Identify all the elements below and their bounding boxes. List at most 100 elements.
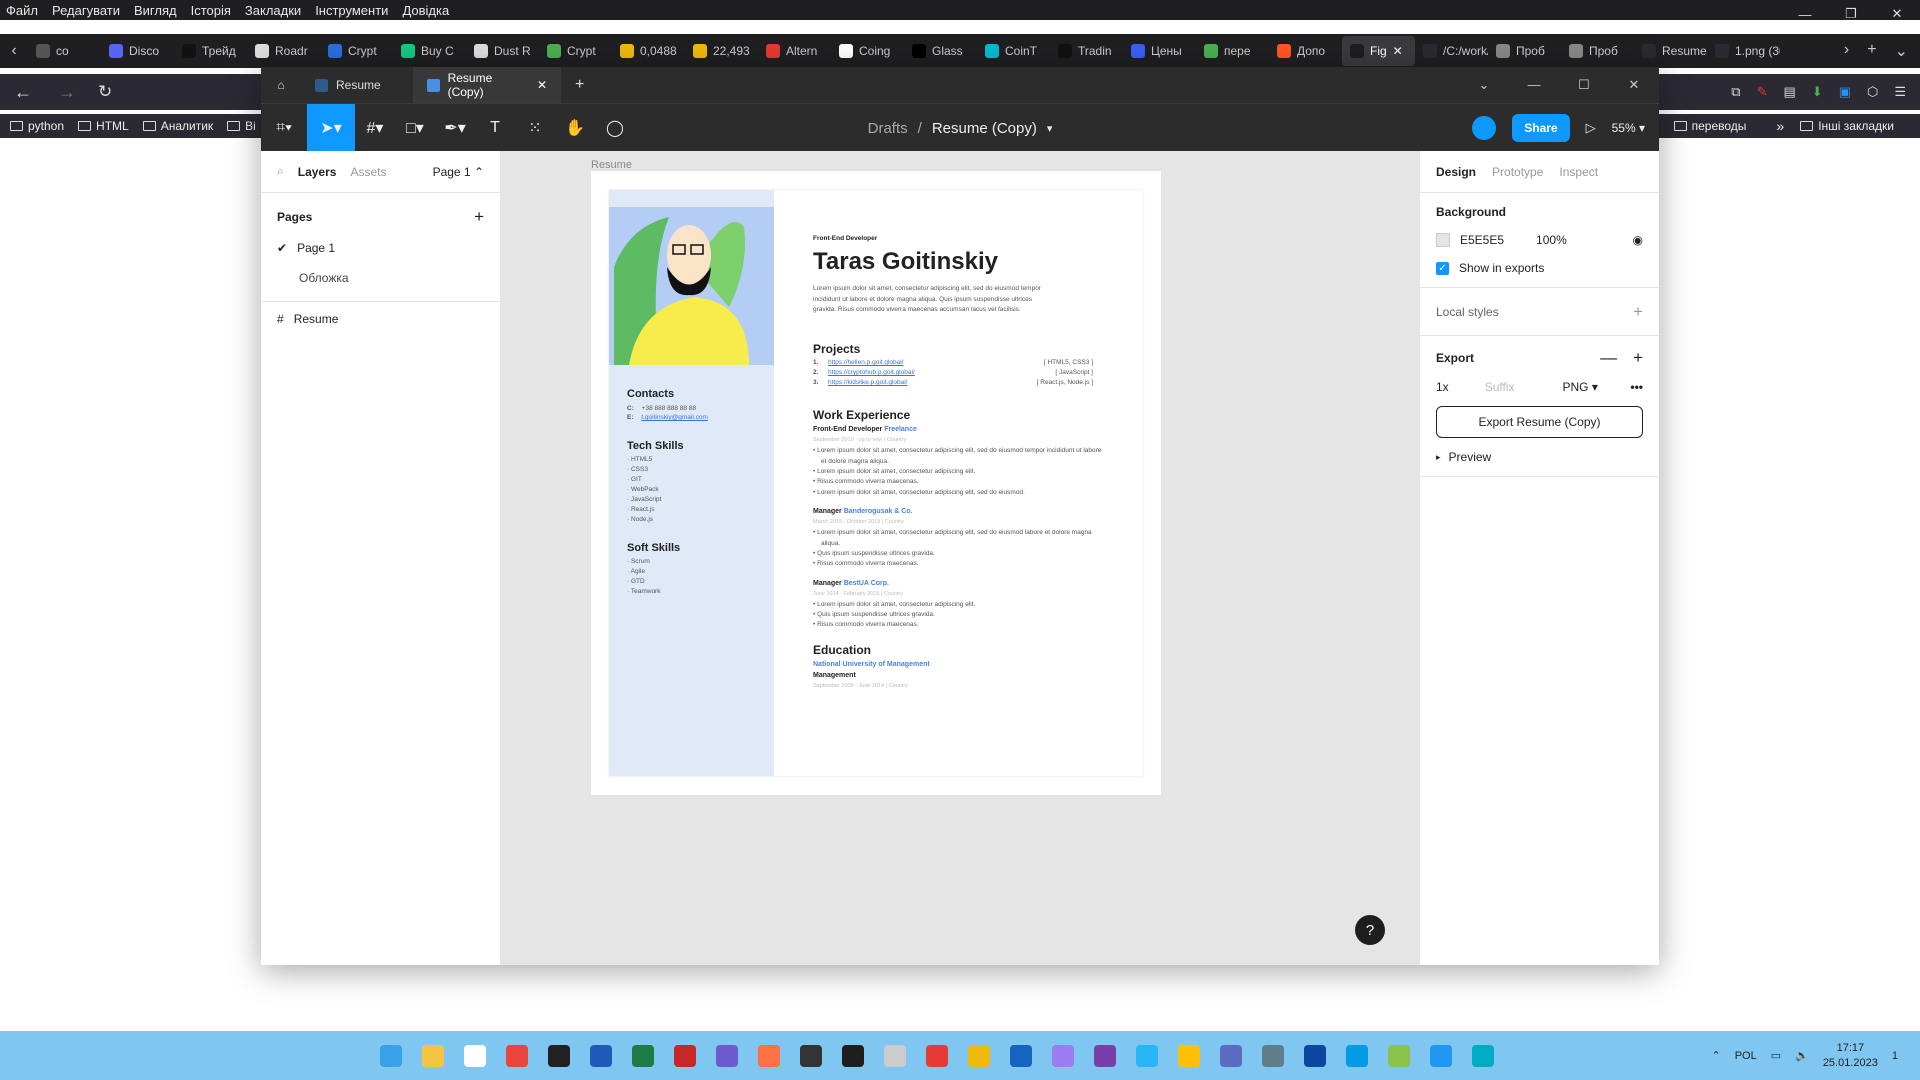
menu-item[interactable]: Файл [6,3,38,18]
browser-tab[interactable]: co [28,36,101,66]
figma-menu-icon[interactable]: ⌗▾ [261,104,307,152]
browser-tab[interactable]: 0,0488 [612,36,685,66]
bookmark-folder[interactable]: python [10,119,64,133]
taskbar-app-icon[interactable] [1346,1044,1368,1067]
home-icon[interactable]: ⌂ [261,67,301,103]
pen-tool-icon[interactable]: ✒▾ [435,104,475,152]
browser-tab[interactable]: Dust R [466,36,539,66]
taskbar-app-icon[interactable] [1094,1044,1116,1067]
close-icon[interactable]: ✕ [1874,0,1920,28]
new-tab-icon[interactable]: + [1867,41,1876,61]
help-button[interactable]: ? [1355,915,1385,945]
extensions-icon[interactable]: ⬡ [1867,84,1878,100]
suffix-input[interactable]: Suffix [1485,380,1515,394]
add-export-icon[interactable]: + [1633,348,1643,368]
browser-tab[interactable]: Цены [1123,36,1196,66]
folder-link[interactable]: Drafts [868,120,908,137]
taskbar-app-icon[interactable] [1388,1044,1410,1067]
bg-hex-input[interactable]: E5E5E5 [1460,233,1504,247]
minimize-icon[interactable]: — [1782,0,1828,28]
project-link[interactable]: https://hellen.p.goit.global/ [828,359,904,366]
taskbar-app-icon[interactable] [1136,1044,1158,1067]
eye-icon[interactable]: ◉ [1633,233,1643,247]
taskbar-app-icon[interactable] [548,1044,570,1067]
taskbar-app-icon[interactable] [674,1044,696,1067]
taskbar-app-icon[interactable] [1304,1044,1326,1067]
bookmark-folder[interactable]: Bi [227,119,256,133]
taskbar-app-icon[interactable] [1178,1044,1200,1067]
share-button[interactable]: Share [1512,113,1570,142]
menu-item[interactable]: Вигляд [134,3,177,18]
browser-tab[interactable]: пере [1196,36,1269,66]
taskbar-app-icon[interactable] [1010,1044,1032,1067]
add-page-icon[interactable]: + [474,207,484,227]
restore-icon[interactable]: ❐ [1828,0,1874,28]
taskbar-app-icon[interactable] [968,1044,990,1067]
notification-count[interactable]: 1 [1892,1050,1898,1062]
extension-icon[interactable]: ▤ [1783,84,1795,100]
color-swatch[interactable] [1436,233,1450,247]
tab-prototype[interactable]: Prototype [1492,165,1543,179]
menu-item[interactable]: Інструменти [315,3,388,18]
hand-tool-icon[interactable]: ✋ [555,104,595,152]
extension-icon[interactable]: ⧉ [1731,84,1740,100]
taskbar-app-icon[interactable] [380,1044,402,1067]
menu-item[interactable]: Закладки [245,3,301,18]
tab-design[interactable]: Design [1436,165,1476,179]
page-item[interactable]: ✔ Page 1 [261,233,500,263]
checkbox-checked[interactable]: ✓ [1436,261,1449,275]
menu-item[interactable]: Історія [191,3,231,18]
tab-assets[interactable]: Assets [350,165,386,179]
taskbar-app-icon[interactable] [884,1044,906,1067]
minimize-icon[interactable]: — [1509,77,1559,93]
browser-tab[interactable]: 22,493 [685,36,758,66]
menu-icon[interactable]: ☰ [1894,84,1906,100]
browser-tab[interactable]: Buy C [393,36,466,66]
list-tabs-icon[interactable]: ⌄ [1895,41,1908,61]
clock[interactable]: 17:17 25.01.2023 [1823,1041,1878,1070]
browser-tab[interactable]: 1.png (30 [1707,36,1780,66]
more-icon[interactable]: ••• [1630,380,1643,394]
tabs-scroll-right-icon[interactable]: › [1844,41,1849,61]
search-icon[interactable]: ⌕ [277,164,284,179]
export-button[interactable]: Export Resume (Copy) [1436,406,1643,438]
frame-label[interactable]: Resume [591,159,632,171]
browser-tab[interactable]: Altern [758,36,831,66]
taskbar-app-icon[interactable] [758,1044,780,1067]
add-style-icon[interactable]: + [1633,302,1643,322]
browser-tab[interactable]: Resume-E [1634,36,1707,66]
project-link[interactable]: https://kidslike.p.goit.global/ [828,379,908,386]
file-name[interactable]: Resume (Copy) [932,120,1037,137]
figma-tab-active[interactable]: Resume (Copy) ✕ [413,67,561,103]
browser-tab[interactable]: Crypt [539,36,612,66]
maximize-icon[interactable]: ☐ [1559,77,1609,93]
extension-icon[interactable]: ▣ [1839,84,1851,100]
taskbar-app-icon[interactable] [1472,1044,1494,1067]
present-icon[interactable]: ▷ [1586,120,1596,136]
close-tab-icon[interactable]: ✕ [1393,44,1403,58]
frame-tool-icon[interactable]: #▾ [355,104,395,152]
chevron-down-icon[interactable]: ▾ [1047,122,1053,135]
back-icon[interactable]: ← [14,82,32,103]
volume-icon[interactable]: 🔈 [1795,1049,1809,1062]
text-tool-icon[interactable]: T [475,104,515,152]
taskbar-app-icon[interactable] [1430,1044,1452,1067]
menu-item[interactable]: Редагувати [52,3,120,18]
avatar[interactable] [1472,115,1497,140]
page-selector[interactable]: Page 1 ⌃ [433,165,484,179]
browser-tab[interactable]: Coing [831,36,904,66]
page-item[interactable]: Обложка [261,263,500,293]
email-link[interactable]: t.goitinskiy@gmail.com [641,414,708,421]
browser-tab[interactable]: Проб [1561,36,1634,66]
bookmark-folder[interactable]: HTML [78,119,129,133]
taskbar-app-icon[interactable] [632,1044,654,1067]
close-icon[interactable]: ✕ [1609,77,1659,93]
taskbar-app-icon[interactable] [842,1044,864,1067]
browser-tab[interactable]: Проб [1488,36,1561,66]
bookmark-folder[interactable]: переводы [1673,119,1746,133]
tabs-scroll-left-icon[interactable]: ‹ [0,42,28,60]
close-tab-icon[interactable]: ✕ [537,78,547,92]
browser-tab[interactable]: Допо [1269,36,1342,66]
network-icon[interactable]: ▭ [1771,1049,1781,1062]
resources-icon[interactable]: ⁙ [515,104,555,152]
